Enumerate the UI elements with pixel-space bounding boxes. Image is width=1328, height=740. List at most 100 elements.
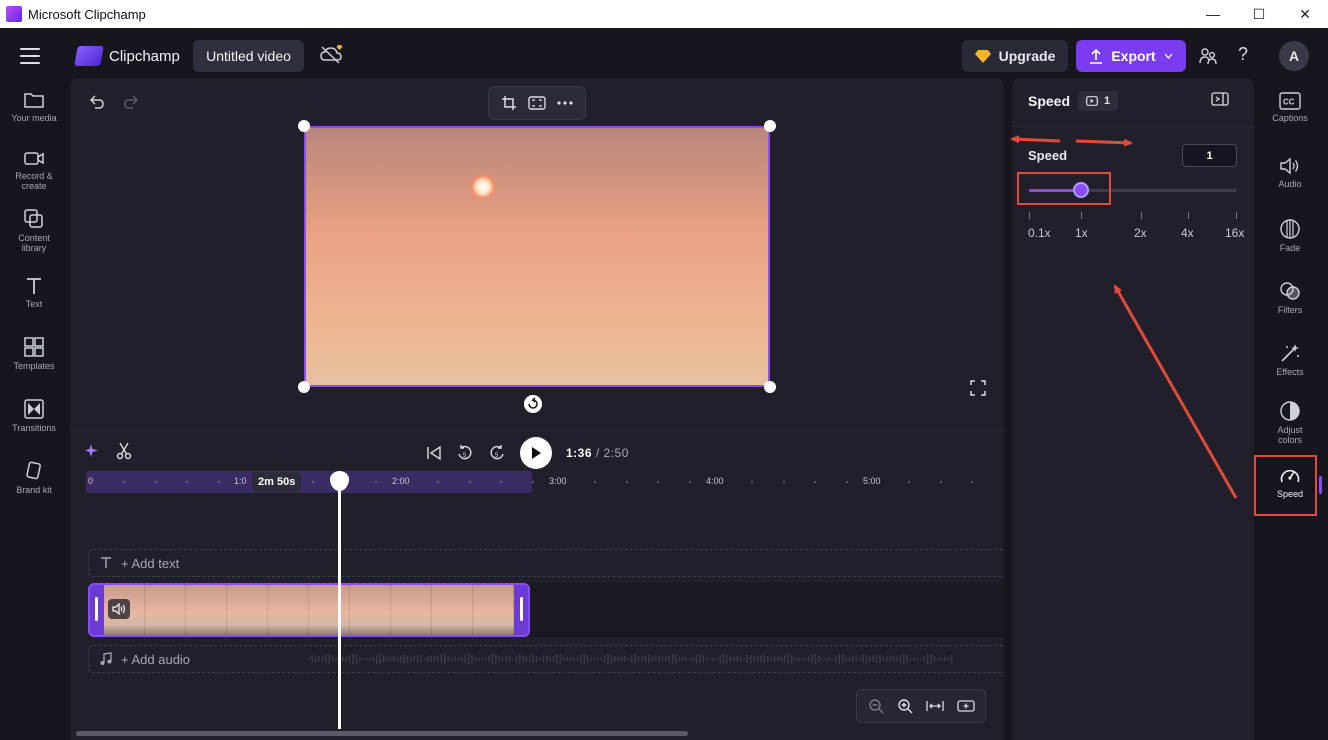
timeline-scrollbar[interactable] bbox=[76, 731, 688, 736]
waveform-bar bbox=[631, 655, 633, 663]
waveform-bar bbox=[359, 656, 361, 662]
rewind-5-icon[interactable]: 5 bbox=[456, 444, 474, 462]
rail-item-fade[interactable]: Fade bbox=[1256, 218, 1324, 253]
video-frame[interactable] bbox=[304, 126, 770, 387]
speed-section-label: Speed bbox=[1028, 148, 1068, 163]
waveform-bar bbox=[753, 655, 756, 663]
ruler-tick bbox=[782, 481, 785, 483]
video-title-field[interactable]: Untitled video bbox=[193, 40, 304, 72]
export-button[interactable]: Export bbox=[1076, 40, 1186, 72]
cloud-sync-off-icon[interactable] bbox=[319, 44, 345, 66]
waveform-bar bbox=[617, 656, 620, 662]
sidebar-item-transitions[interactable]: Transitions bbox=[0, 398, 68, 433]
waveform-bar bbox=[787, 653, 790, 665]
rotate-icon[interactable] bbox=[524, 395, 542, 413]
zoom-in-icon[interactable] bbox=[897, 698, 913, 714]
maximize-button[interactable]: ☐ bbox=[1236, 0, 1282, 28]
video-clip[interactable] bbox=[88, 583, 530, 637]
waveform-bar bbox=[399, 655, 402, 663]
close-button[interactable]: ✕ bbox=[1282, 0, 1328, 28]
avatar[interactable]: A bbox=[1279, 41, 1309, 71]
clip-trim-handle-right[interactable] bbox=[520, 597, 523, 621]
crop-icon[interactable] bbox=[501, 95, 517, 111]
ruler-tick bbox=[594, 481, 597, 483]
resize-handle-bottom-right[interactable] bbox=[764, 381, 776, 393]
text-icon bbox=[27, 278, 41, 294]
rail-item-label: Effects bbox=[1276, 367, 1304, 377]
undo-icon[interactable] bbox=[88, 94, 106, 110]
waveform-bar bbox=[790, 654, 793, 664]
rail-item-captions[interactable]: CC Captions bbox=[1256, 92, 1324, 123]
more-options-icon[interactable] bbox=[557, 101, 573, 105]
add-text-track[interactable]: + Add text bbox=[88, 549, 1004, 577]
fullscreen-icon[interactable] bbox=[970, 380, 986, 396]
play-button[interactable] bbox=[520, 437, 552, 469]
playhead[interactable] bbox=[338, 479, 341, 729]
share-people-icon[interactable] bbox=[1198, 46, 1218, 66]
clip-trim-handle-left[interactable] bbox=[95, 597, 98, 621]
rail-item-label: Filters bbox=[1277, 305, 1303, 315]
waveform-bar bbox=[542, 655, 545, 663]
waveform-bar bbox=[389, 656, 392, 662]
help-icon[interactable]: ? bbox=[1238, 44, 1248, 65]
sparkle-icon[interactable] bbox=[84, 443, 100, 459]
ruler-tick bbox=[217, 481, 220, 483]
waveform-bar bbox=[600, 657, 603, 661]
waveform-bar bbox=[563, 656, 565, 662]
waveform-bar bbox=[335, 657, 337, 661]
audio-waveform-placeholder bbox=[308, 653, 953, 665]
add-audio-track[interactable]: + Add audio bbox=[88, 645, 1004, 673]
clipchamp-app-icon bbox=[6, 6, 22, 22]
rail-item-effects[interactable]: Effects bbox=[1256, 342, 1324, 377]
waveform-bar bbox=[654, 656, 657, 662]
zoom-out-icon[interactable] bbox=[868, 698, 884, 714]
redo-icon[interactable] bbox=[122, 94, 140, 110]
waveform-bar bbox=[529, 655, 531, 663]
waveform-bar bbox=[899, 654, 902, 664]
waveform-bar bbox=[841, 654, 844, 664]
ruler-label: 4:00 bbox=[706, 476, 724, 486]
resize-handle-top-right[interactable] bbox=[764, 120, 776, 132]
scissors-icon[interactable] bbox=[116, 442, 132, 460]
waveform-bar bbox=[484, 657, 487, 661]
ruler-tick bbox=[908, 481, 911, 483]
waveform-bar bbox=[467, 653, 470, 665]
waveform-bar bbox=[607, 653, 609, 665]
timeline-ruler[interactable]: 0 1:0 2:00 3:00 4:00 5:00 2m 50s bbox=[86, 471, 996, 493]
waveform-bar bbox=[685, 657, 688, 661]
rail-item-label: Fade bbox=[1279, 243, 1301, 253]
sidebar-item-text[interactable]: Text bbox=[0, 276, 68, 309]
resize-handle-top-left[interactable] bbox=[298, 120, 310, 132]
clip-thumbnail bbox=[391, 585, 432, 635]
time-display: 1:36 / 2:50 bbox=[566, 446, 629, 460]
fit-timeline-icon[interactable] bbox=[925, 699, 944, 713]
sidebar-item-content-library[interactable]: Content library bbox=[0, 208, 68, 253]
clip-volume-icon[interactable] bbox=[108, 599, 130, 619]
collapse-panel-icon[interactable] bbox=[1211, 92, 1229, 106]
waveform-bar bbox=[610, 654, 613, 664]
rail-item-adjust-colors[interactable]: Adjust colors bbox=[1256, 400, 1324, 445]
add-track-icon[interactable] bbox=[956, 699, 975, 713]
rail-item-filters[interactable]: Filters bbox=[1256, 280, 1324, 315]
waveform-bar bbox=[573, 657, 575, 661]
video-preview-area bbox=[70, 78, 1004, 430]
forward-5-icon[interactable]: 5 bbox=[488, 444, 506, 462]
sidebar-item-record-create[interactable]: Record & create bbox=[0, 148, 68, 191]
sidebar-item-your-media[interactable]: Your media bbox=[0, 90, 68, 123]
sidebar-item-templates[interactable]: Templates bbox=[0, 336, 68, 371]
rail-item-audio[interactable]: Audio bbox=[1256, 156, 1324, 189]
minimize-button[interactable]: — bbox=[1190, 0, 1236, 28]
upgrade-button[interactable]: Upgrade bbox=[962, 40, 1068, 72]
sidebar-item-brand-kit[interactable]: Brand kit bbox=[0, 460, 68, 495]
svg-text:CC: CC bbox=[1283, 98, 1295, 107]
waveform-bar bbox=[716, 657, 718, 661]
fit-icon[interactable] bbox=[528, 96, 546, 110]
resize-handle-bottom-left[interactable] bbox=[298, 381, 310, 393]
speed-value-input[interactable]: 1 bbox=[1182, 144, 1237, 167]
skip-to-start-icon[interactable] bbox=[426, 445, 442, 461]
waveform-bar bbox=[940, 657, 943, 661]
menu-icon[interactable] bbox=[20, 48, 40, 64]
waveform-bar bbox=[719, 655, 722, 663]
waveform-bar bbox=[508, 656, 511, 662]
waveform-bar bbox=[491, 653, 494, 665]
